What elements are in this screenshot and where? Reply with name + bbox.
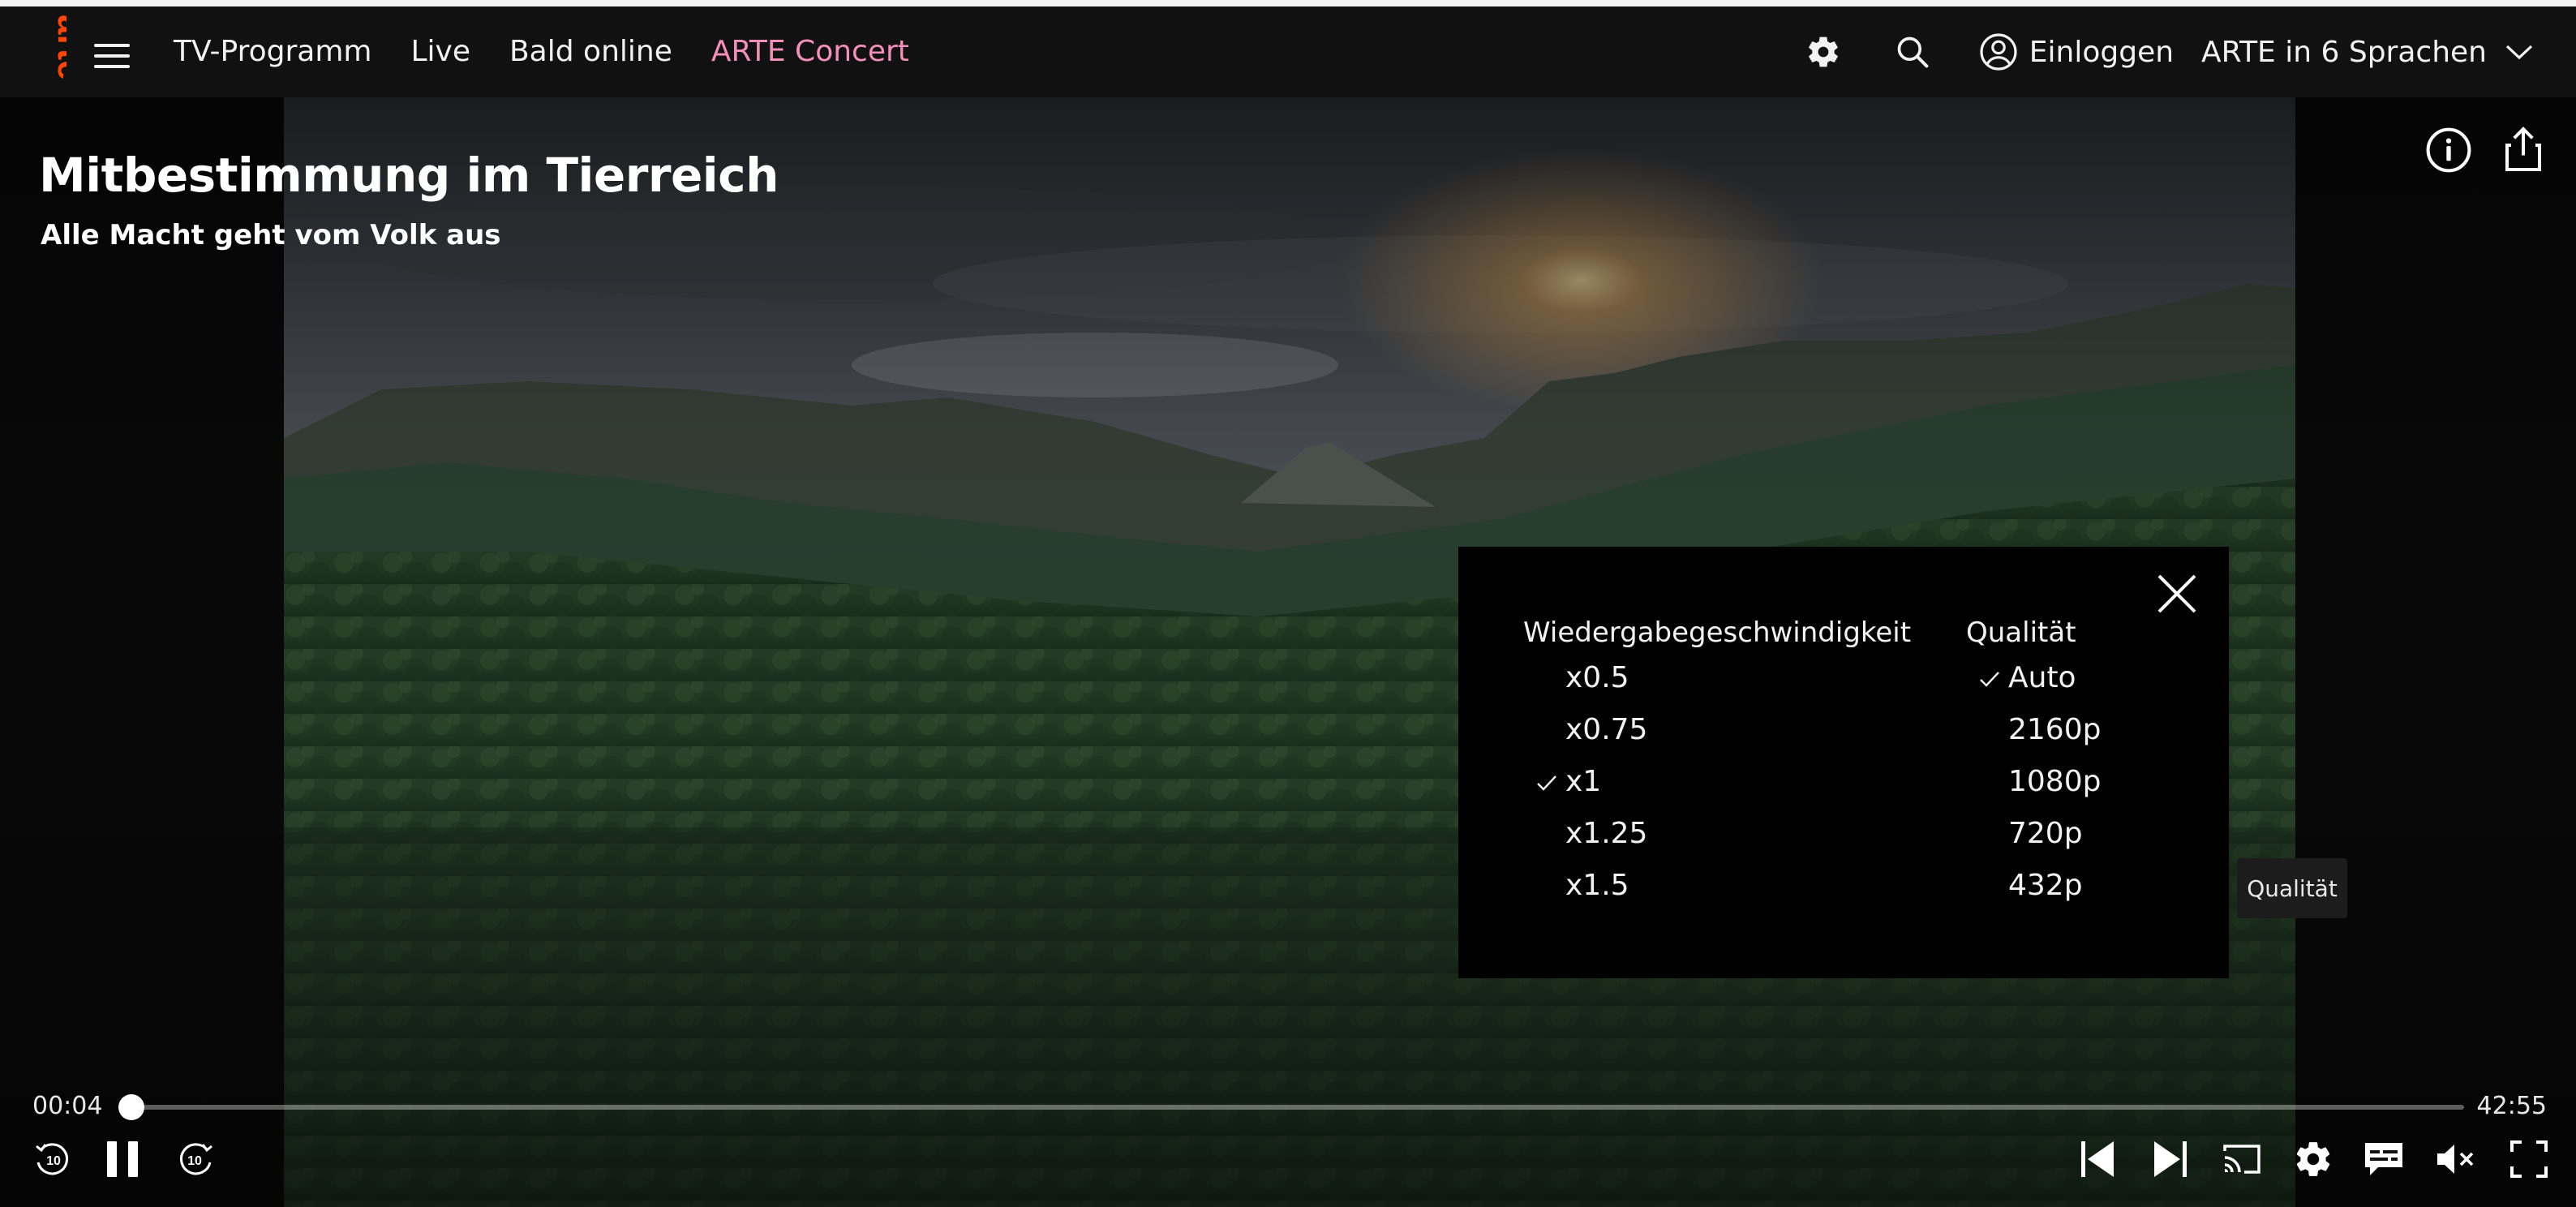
- checkmark-icon: [1537, 775, 1556, 791]
- chevron-down-icon: [2505, 45, 2533, 60]
- quality-option-432p[interactable]: 432p: [1966, 866, 2101, 918]
- quality-option-label: 720p: [2008, 817, 2083, 850]
- forward-10-icon[interactable]: 10: [172, 1136, 219, 1183]
- next-icon[interactable]: [2149, 1136, 2192, 1183]
- top-navigation: arte TV-Programm Live Bald online ARTE C…: [0, 6, 2576, 97]
- language-label: ARTE in 6 Sprachen: [2201, 35, 2487, 69]
- quality-option-label: 432p: [2008, 869, 2083, 902]
- speed-option-label: x1: [1565, 765, 1602, 798]
- seek-bar[interactable]: [118, 1094, 2464, 1120]
- seek-handle[interactable]: [118, 1094, 144, 1120]
- browser-top-edge: [0, 0, 2576, 6]
- playback-speed-column: Wiedergabegeschwindigkeit x0.5 x0.75 x1 …: [1523, 613, 1911, 918]
- previous-icon[interactable]: [2076, 1136, 2119, 1183]
- speed-option-x1[interactable]: x1: [1523, 762, 1911, 814]
- nav-link-arte-concert[interactable]: ARTE Concert: [711, 31, 909, 73]
- video-title: Mitbestimmung im Tierreich: [39, 148, 779, 203]
- share-icon[interactable]: [2503, 125, 2544, 174]
- fullscreen-icon[interactable]: [2506, 1136, 2552, 1183]
- nav-link-live[interactable]: Live: [410, 31, 470, 73]
- quality-option-1080p[interactable]: 1080p: [1966, 762, 2101, 814]
- close-icon[interactable]: [2153, 569, 2201, 618]
- quality-option-720p[interactable]: 720p: [1966, 814, 2101, 866]
- speed-option-label: x1.25: [1565, 817, 1648, 850]
- speed-option-label: x0.5: [1565, 661, 1629, 694]
- forward-seconds-label: 10: [187, 1154, 202, 1168]
- quality-column: Qualität Auto 2160p 1080p 720p 432p: [1966, 613, 2101, 918]
- checkmark-icon: [1980, 672, 1999, 687]
- language-dropdown[interactable]: ARTE in 6 Sprachen: [2201, 36, 2534, 69]
- gear-icon[interactable]: [1801, 29, 1846, 75]
- arte-logo[interactable]: arte: [31, 11, 90, 96]
- video-subtitle: Alle Macht geht vom Volk aus: [41, 219, 501, 251]
- quality-option-2160p[interactable]: 2160p: [1966, 711, 2101, 762]
- rewind-10-icon[interactable]: 10: [29, 1136, 76, 1183]
- playback-speed-title: Wiedergabegeschwindigkeit: [1523, 616, 1912, 649]
- info-icon[interactable]: [2425, 127, 2472, 174]
- quality-option-label: Auto: [2008, 661, 2076, 694]
- quality-option-label: 2160p: [2008, 713, 2102, 746]
- login-button[interactable]: Einloggen: [1979, 32, 2174, 71]
- login-label: Einloggen: [2029, 35, 2175, 69]
- main-nav: TV-Programm Live Bald online ARTE Concer…: [174, 31, 909, 73]
- search-icon[interactable]: [1890, 29, 1935, 75]
- hamburger-menu-icon[interactable]: [94, 44, 130, 68]
- quality-option-label: 1080p: [2008, 765, 2102, 798]
- quality-title: Qualität: [1966, 616, 2076, 649]
- speed-option-label: x0.75: [1565, 713, 1648, 746]
- speed-option-x1.25[interactable]: x1.25: [1523, 814, 1911, 866]
- subtitles-icon[interactable]: [2360, 1136, 2407, 1183]
- quality-option-auto[interactable]: Auto: [1966, 659, 2101, 711]
- nav-right: Einloggen ARTE in 6 Sprachen: [1801, 29, 2534, 75]
- user-icon: [1980, 33, 2017, 71]
- speed-option-label: x1.5: [1565, 869, 1629, 902]
- speed-option-x0.75[interactable]: x0.75: [1523, 711, 1911, 762]
- gear-icon[interactable]: [2290, 1136, 2336, 1183]
- logo-text: arte: [50, 15, 67, 80]
- nav-link-bald-online[interactable]: Bald online: [509, 31, 672, 73]
- quality-tooltip: Qualität: [2237, 858, 2347, 918]
- current-time: 00:04: [32, 1092, 103, 1120]
- player-settings-panel: Wiedergabegeschwindigkeit x0.5 x0.75 x1 …: [1458, 547, 2229, 978]
- nav-link-tv-programm[interactable]: TV-Programm: [174, 31, 371, 73]
- pause-icon[interactable]: [102, 1136, 144, 1183]
- total-duration: 42:55: [2476, 1092, 2547, 1120]
- cast-icon[interactable]: [2219, 1136, 2265, 1183]
- mute-icon[interactable]: [2433, 1136, 2479, 1183]
- rewind-seconds-label: 10: [46, 1154, 61, 1168]
- speed-option-x0.5[interactable]: x0.5: [1523, 659, 1911, 711]
- speed-option-x1.5[interactable]: x1.5: [1523, 866, 1911, 918]
